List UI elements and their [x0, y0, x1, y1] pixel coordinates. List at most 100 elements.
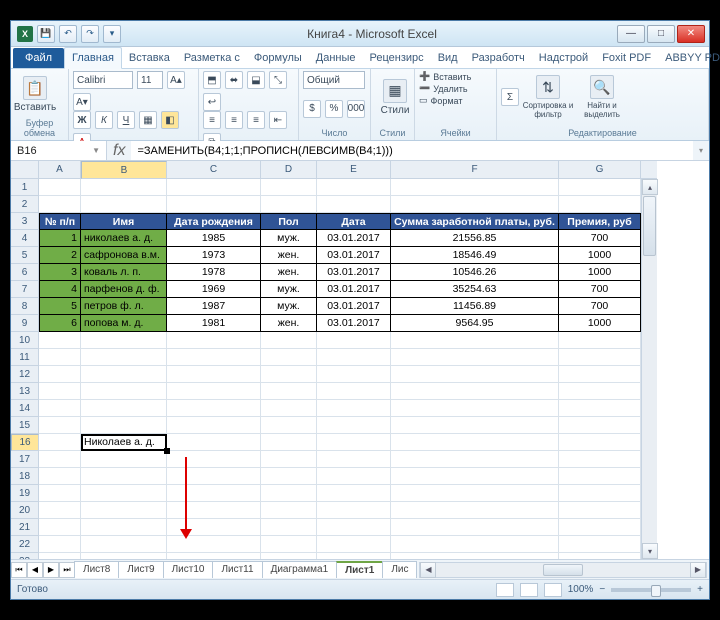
- cell[interactable]: [39, 434, 81, 451]
- cell[interactable]: [261, 468, 317, 485]
- cell[interactable]: 1987: [167, 298, 261, 315]
- find-select-button[interactable]: 🔍 Найти и выделить: [577, 71, 627, 123]
- cell[interactable]: [261, 502, 317, 519]
- zoom-slider[interactable]: [611, 588, 691, 592]
- cell[interactable]: 700: [559, 298, 641, 315]
- cell[interactable]: [317, 502, 391, 519]
- cell[interactable]: [167, 332, 261, 349]
- cell[interactable]: Дата: [317, 213, 391, 230]
- cell[interactable]: попова м. д.: [81, 315, 167, 332]
- sheet-tab[interactable]: Лист9: [118, 561, 163, 578]
- cell[interactable]: [559, 553, 641, 559]
- cell[interactable]: [559, 417, 641, 434]
- cell[interactable]: [391, 332, 559, 349]
- cell[interactable]: [317, 519, 391, 536]
- cell[interactable]: [391, 349, 559, 366]
- page-layout-view-button[interactable]: [520, 583, 538, 597]
- cell[interactable]: [317, 179, 391, 196]
- cell[interactable]: [81, 179, 167, 196]
- cell[interactable]: [167, 468, 261, 485]
- cell[interactable]: [559, 349, 641, 366]
- cell[interactable]: 1981: [167, 315, 261, 332]
- tab-home[interactable]: Главная: [64, 47, 122, 69]
- cell[interactable]: муж.: [261, 230, 317, 247]
- row-header[interactable]: 13: [11, 383, 39, 400]
- format-cells-button[interactable]: ▭Формат: [419, 95, 463, 106]
- cell[interactable]: [261, 536, 317, 553]
- wrap-text-button[interactable]: ↩: [203, 93, 221, 111]
- cell[interactable]: 1978: [167, 264, 261, 281]
- cell[interactable]: 1000: [559, 315, 641, 332]
- fx-icon[interactable]: fx: [113, 142, 125, 160]
- cell[interactable]: [261, 400, 317, 417]
- cell[interactable]: жен.: [261, 315, 317, 332]
- row-header[interactable]: 5: [11, 247, 39, 264]
- cell[interactable]: [39, 519, 81, 536]
- next-sheet-button[interactable]: ▶: [43, 562, 59, 578]
- tab-layout[interactable]: Разметка с: [177, 48, 247, 68]
- cell[interactable]: [317, 485, 391, 502]
- cell[interactable]: [81, 451, 167, 468]
- page-break-view-button[interactable]: [544, 583, 562, 597]
- align-right-button[interactable]: ≡: [247, 111, 265, 129]
- tab-review[interactable]: Рецензирс: [363, 48, 431, 68]
- row-header[interactable]: 1: [11, 179, 39, 196]
- cell[interactable]: [39, 366, 81, 383]
- cell[interactable]: [261, 417, 317, 434]
- cell[interactable]: [167, 485, 261, 502]
- cell[interactable]: [559, 485, 641, 502]
- cell[interactable]: [261, 451, 317, 468]
- cell[interactable]: [317, 366, 391, 383]
- cell[interactable]: 3: [39, 264, 81, 281]
- cell[interactable]: [81, 332, 167, 349]
- cell[interactable]: [317, 451, 391, 468]
- col-header-a[interactable]: A: [39, 161, 81, 179]
- cell[interactable]: [81, 196, 167, 213]
- cell[interactable]: 1985: [167, 230, 261, 247]
- cell[interactable]: [391, 400, 559, 417]
- col-header-g[interactable]: G: [559, 161, 641, 179]
- cell[interactable]: [391, 383, 559, 400]
- cell[interactable]: [559, 434, 641, 451]
- cell[interactable]: [81, 485, 167, 502]
- tab-addins[interactable]: Надстрой: [532, 48, 595, 68]
- cell[interactable]: Сумма заработной платы, руб.: [391, 213, 559, 230]
- cell[interactable]: [559, 468, 641, 485]
- cell[interactable]: [317, 196, 391, 213]
- sheet-tab[interactable]: Лист10: [163, 561, 214, 578]
- cell[interactable]: [81, 502, 167, 519]
- comma-button[interactable]: 000: [347, 100, 365, 118]
- col-header-d[interactable]: D: [261, 161, 317, 179]
- cell[interactable]: [39, 349, 81, 366]
- cell[interactable]: муж.: [261, 298, 317, 315]
- formula-input[interactable]: =ЗАМЕНИТЬ(B4;1;1;ПРОПИСН(ЛЕВСИМВ(B4;1))): [131, 141, 693, 160]
- fill-handle[interactable]: [164, 448, 170, 454]
- sheet-tab[interactable]: Лист1: [336, 561, 383, 578]
- cell[interactable]: [261, 196, 317, 213]
- cell[interactable]: [261, 434, 317, 451]
- cell[interactable]: [559, 196, 641, 213]
- cell[interactable]: [81, 536, 167, 553]
- cell[interactable]: [391, 485, 559, 502]
- cell[interactable]: 700: [559, 230, 641, 247]
- last-sheet-button[interactable]: ⏭: [59, 562, 75, 578]
- cell[interactable]: [559, 179, 641, 196]
- cell[interactable]: [559, 502, 641, 519]
- hscroll-thumb[interactable]: [543, 564, 583, 576]
- delete-cells-button[interactable]: ➖Удалить: [419, 83, 468, 94]
- undo-button[interactable]: ↶: [59, 25, 77, 43]
- cell[interactable]: 1969: [167, 281, 261, 298]
- cell[interactable]: [261, 366, 317, 383]
- row-header[interactable]: 6: [11, 264, 39, 281]
- row-header[interactable]: 11: [11, 349, 39, 366]
- file-tab[interactable]: Файл: [13, 48, 64, 68]
- row-header[interactable]: 9: [11, 315, 39, 332]
- cell[interactable]: Премия, руб: [559, 213, 641, 230]
- cell[interactable]: петров ф. л.: [81, 298, 167, 315]
- cell[interactable]: [391, 536, 559, 553]
- col-header-b[interactable]: B: [81, 161, 167, 179]
- cell[interactable]: сафронова в.м.: [81, 247, 167, 264]
- cell[interactable]: [559, 383, 641, 400]
- paste-button[interactable]: 📋 Вставить: [15, 71, 55, 118]
- cell[interactable]: [39, 383, 81, 400]
